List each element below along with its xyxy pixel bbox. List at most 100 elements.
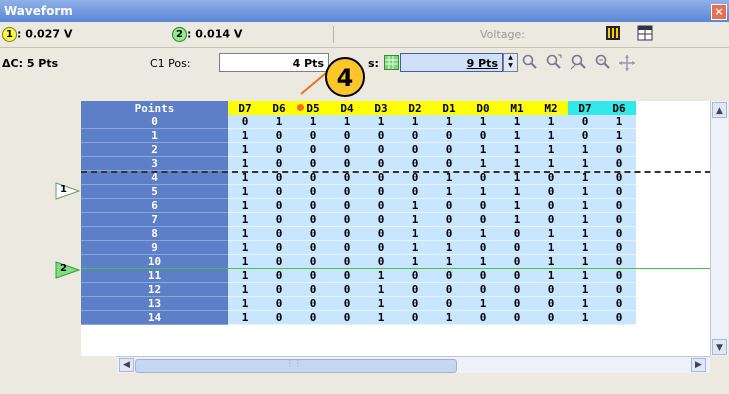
- bit-cell: 1: [364, 268, 398, 283]
- column-header-d6[interactable]: D6: [602, 101, 636, 115]
- data-table-container[interactable]: Points D7 D6 D5 D4 D3 D2 D1 D0 M1 M2 D7 D6 00111111…: [81, 101, 710, 356]
- table-row[interactable]: 7100001001010: [81, 212, 636, 227]
- bit-cell: 1: [534, 268, 568, 283]
- bit-cell: 1: [500, 142, 534, 157]
- bit-cell: 1: [432, 184, 466, 199]
- bit-cell: 0: [364, 226, 398, 241]
- table-row[interactable]: 8100001010110: [81, 226, 636, 241]
- c2-grid-icon[interactable]: [384, 55, 399, 70]
- column-header-d6[interactable]: D6: [262, 101, 296, 115]
- bit-cell: 1: [398, 115, 432, 129]
- bit-cell: 0: [602, 310, 636, 325]
- bit-cell: 0: [466, 212, 500, 227]
- horizontal-scroll-thumb[interactable]: ⋮⋮: [135, 359, 457, 373]
- table-row[interactable]: 12 1 0 0 0 1 0 0 0 0 0 1 0: [81, 282, 636, 297]
- bit-cell: 0: [262, 142, 296, 157]
- cursor-2-marker[interactable]: 2: [55, 261, 81, 279]
- scroll-down-icon[interactable]: ▼: [712, 339, 727, 355]
- zoom-region-icon[interactable]: [545, 54, 563, 72]
- bit-cell: 1: [432, 254, 466, 269]
- bit-cell: 0: [296, 240, 330, 255]
- zoom-out-icon[interactable]: [594, 54, 612, 72]
- table-row[interactable]: 14 1 0 0 0 1 0 1 0 0 0 1 0: [81, 310, 636, 325]
- table-row[interactable]: 13 1 0 0 0 1 0 0 1 0 0 1 0: [81, 296, 636, 311]
- column-header-d2[interactable]: D2: [398, 101, 432, 115]
- bit-cell: 0: [432, 156, 466, 171]
- table-row[interactable]: 9100001100110: [81, 240, 636, 255]
- table-row[interactable]: 1100000001101: [81, 128, 636, 143]
- column-header-d7[interactable]: D7: [228, 101, 262, 115]
- cursor-2-line[interactable]: [81, 268, 721, 269]
- bit-cell: 1: [568, 282, 602, 297]
- table-row[interactable]: 2100000011110: [81, 142, 636, 157]
- bit-cell: 0: [330, 156, 364, 171]
- column-header-m2[interactable]: M2: [534, 101, 568, 115]
- bit-cell: 0: [398, 268, 432, 283]
- bit-cell: 0: [364, 212, 398, 227]
- bit-cell: 1: [534, 115, 568, 129]
- column-header-d4[interactable]: D4: [330, 101, 364, 115]
- bit-cell: 0: [602, 156, 636, 171]
- table-row[interactable]: 11 1 0 0 0 1 0 0 0 0 1 1 0: [81, 268, 636, 283]
- c2pos-spinner[interactable]: ▲ ▼: [503, 53, 518, 72]
- bit-cell: 0: [296, 296, 330, 311]
- cursor-1-line[interactable]: [81, 171, 721, 173]
- bit-cell: 0: [534, 310, 568, 325]
- bit-cell: 0: [466, 268, 500, 283]
- horizontal-scrollbar[interactable]: ◀ ⋮⋮ ▶: [117, 356, 710, 373]
- points-header[interactable]: Points: [81, 101, 228, 115]
- column-header-m1[interactable]: M1: [500, 101, 534, 115]
- bit-cell: 0: [602, 254, 636, 269]
- bit-cell: 1: [568, 156, 602, 171]
- scroll-left-icon[interactable]: ◀: [119, 358, 134, 372]
- spin-down-icon[interactable]: ▼: [504, 62, 517, 70]
- table-view-icon[interactable]: [636, 25, 654, 43]
- column-header-d7[interactable]: D7: [568, 101, 602, 115]
- bit-cell: 0: [602, 226, 636, 241]
- scroll-right-icon[interactable]: ▶: [691, 358, 706, 372]
- bit-cell: 0: [398, 128, 432, 143]
- table-row[interactable]: 0011111111101: [81, 115, 636, 129]
- point-index-cell: 10: [81, 254, 228, 269]
- table-row[interactable]: 5100000111010: [81, 184, 636, 199]
- waveform-view-icon[interactable]: [604, 25, 622, 43]
- vertical-scrollbar[interactable]: ▲ ▼: [710, 101, 728, 356]
- ch2-readout: 2: 0.014 V: [172, 27, 242, 42]
- cursor-move-icon[interactable]: [618, 54, 636, 72]
- spin-up-icon[interactable]: ▲: [504, 54, 517, 62]
- point-index-cell: 5: [81, 184, 228, 199]
- column-header-d3[interactable]: D3: [364, 101, 398, 115]
- bit-cell: 1: [568, 198, 602, 213]
- bit-cell: 1: [364, 115, 398, 129]
- table-row[interactable]: 3100000011110: [81, 156, 636, 171]
- table-row[interactable]: 10 1 0 0 0 0 1 1 1 0 1 1 0: [81, 254, 636, 269]
- window-title: Waveform: [4, 4, 73, 18]
- column-header-d0[interactable]: D0: [466, 101, 500, 115]
- c2pos-input[interactable]: 9 Pts: [400, 53, 503, 72]
- bit-cell: 0: [568, 115, 602, 129]
- table-row[interactable]: 6100001001010: [81, 198, 636, 213]
- cursor-1-marker[interactable]: 1: [55, 182, 81, 200]
- bit-cell: 0: [364, 128, 398, 143]
- zoom-fit-icon[interactable]: [570, 54, 588, 72]
- bit-cell: 0: [296, 254, 330, 269]
- bit-cell: 0: [262, 282, 296, 297]
- bit-cell: 1: [568, 212, 602, 227]
- c1pos-input[interactable]: 4 Pts: [219, 53, 329, 72]
- c1pos-label: C1 Pos:: [150, 57, 191, 70]
- ch2-value: : 0.014 V: [187, 27, 243, 41]
- column-header-d1[interactable]: D1: [432, 101, 466, 115]
- bit-cell: 0: [262, 226, 296, 241]
- bit-cell: 1: [228, 128, 262, 143]
- close-button[interactable]: ×: [711, 4, 727, 20]
- point-index-cell: 2: [81, 142, 228, 157]
- bit-cell: 0: [398, 296, 432, 311]
- zoom-in-icon[interactable]: [521, 54, 539, 72]
- bit-cell: 1: [568, 142, 602, 157]
- bit-cell: 0: [296, 198, 330, 213]
- scroll-up-icon[interactable]: ▲: [712, 102, 727, 118]
- c2pos-label: s:: [368, 57, 379, 70]
- cursor-1-label: 1: [60, 184, 67, 195]
- bit-cell: 0: [432, 226, 466, 241]
- bit-cell: 1: [262, 115, 296, 129]
